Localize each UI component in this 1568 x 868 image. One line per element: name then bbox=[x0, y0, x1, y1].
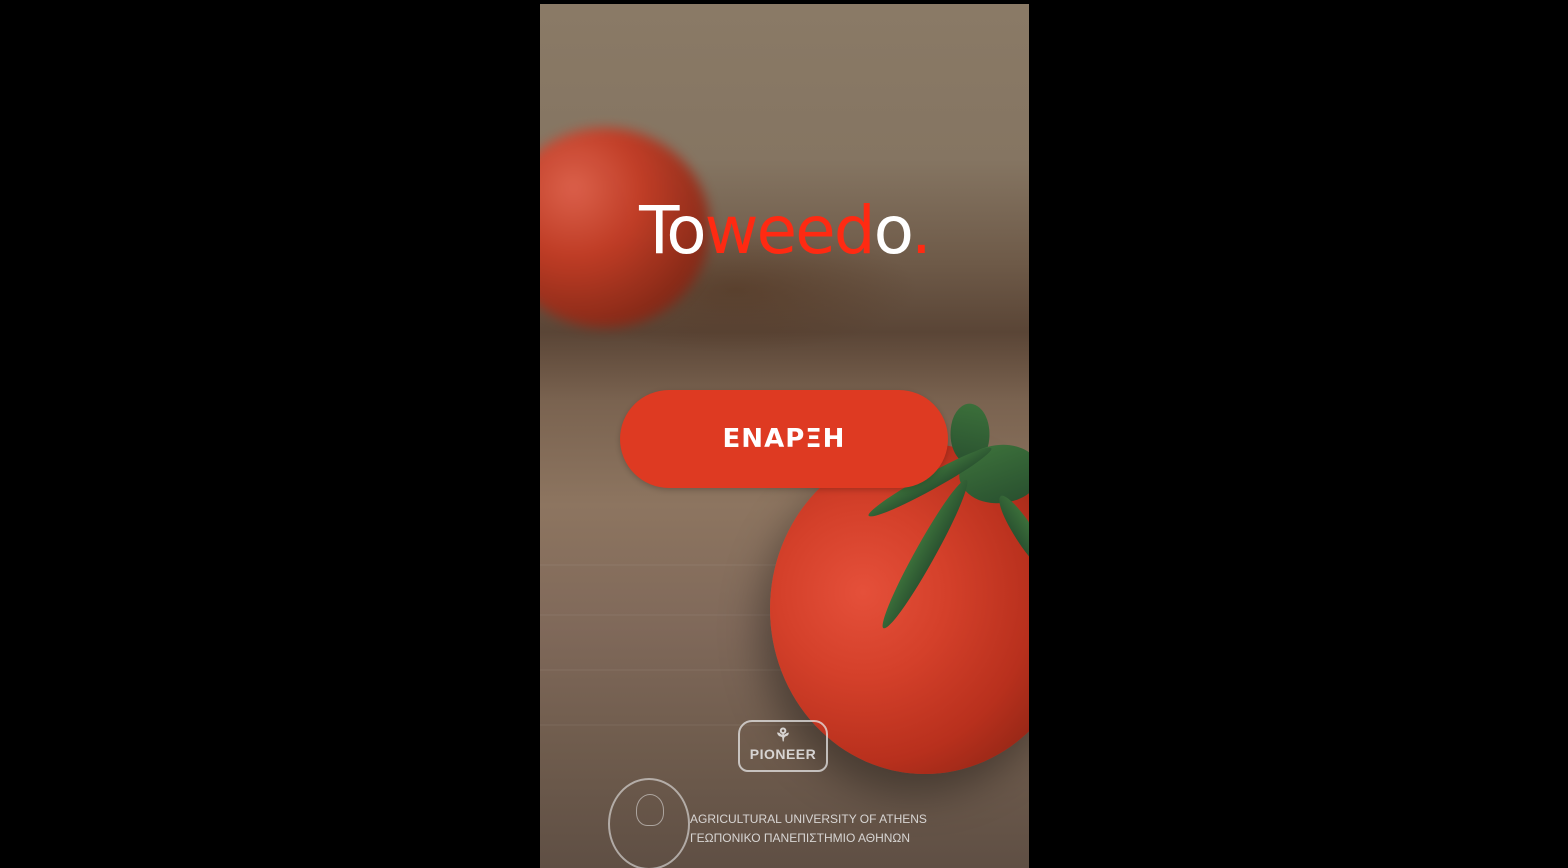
app-title-part: . bbox=[910, 192, 932, 269]
university-seal-icon bbox=[608, 778, 690, 868]
university-name: AGRICULTURAL UNIVERSITY OF ATHENS ΓΕΩΠΟΝ… bbox=[690, 810, 990, 848]
university-name-gr: ΓΕΩΠΟΝΙΚΟ ΠΑΝΕΠΙΣΤΗΜΙΟ ΑΘΗΝΩΝ bbox=[690, 831, 911, 845]
university-name-en: AGRICULTURAL UNIVERSITY OF ATHENS bbox=[690, 812, 927, 826]
app-title-part: To bbox=[639, 192, 706, 269]
pioneer-logo-icon: ⚘ bbox=[774, 725, 792, 745]
app-title: Toweedo. bbox=[540, 192, 1029, 269]
splash-screen: Toweedo. ΕΝΑΡΞΗ ⚘ PIONEER AGRICULTURAL U… bbox=[540, 4, 1029, 868]
start-button[interactable]: ΕΝΑΡΞΗ bbox=[620, 390, 948, 488]
app-title-part: o bbox=[873, 192, 913, 269]
pioneer-logo-label: PIONEER bbox=[749, 746, 817, 762]
pioneer-logo: ⚘ PIONEER bbox=[738, 720, 828, 772]
app-title-part: weed bbox=[704, 192, 876, 269]
screen: Toweedo. ΕΝΑΡΞΗ ⚘ PIONEER AGRICULTURAL U… bbox=[12, 4, 1556, 868]
